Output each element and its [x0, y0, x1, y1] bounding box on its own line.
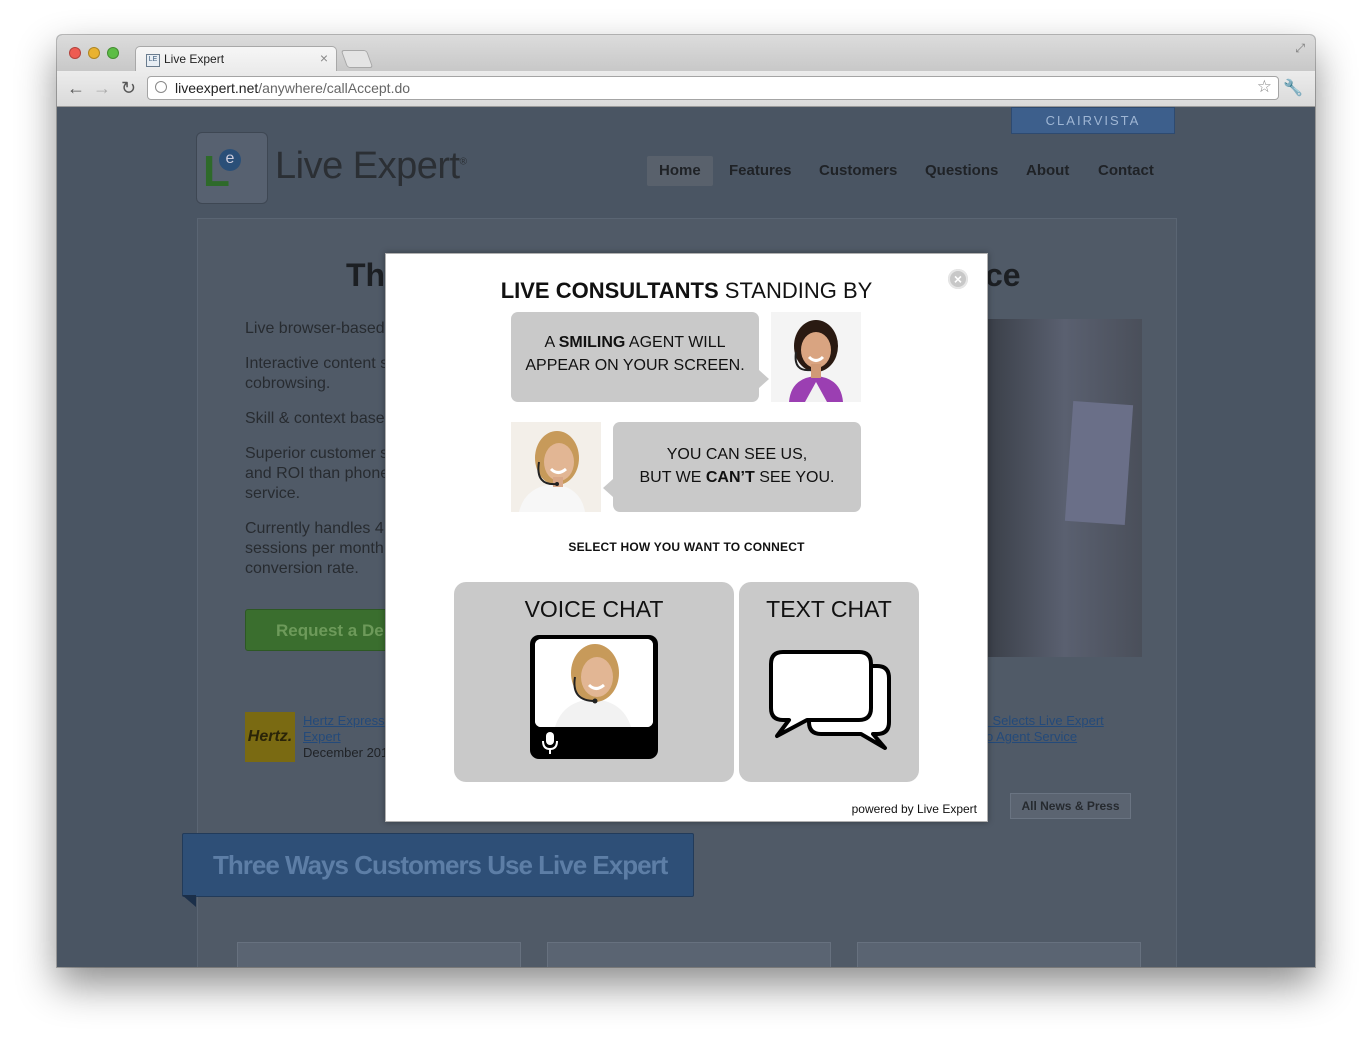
- modal-close-icon[interactable]: ×: [948, 269, 968, 289]
- bubble-2-line-2: BUT WE CAN’T SEE YOU.: [613, 466, 861, 489]
- brand-name[interactable]: Live Expert®: [275, 145, 467, 188]
- modal-title-bold: LIVE CONSULTANTS: [500, 278, 719, 303]
- hero-heading-end: ce: [985, 257, 1021, 293]
- bullet-4-line-2: and ROI than phone: [245, 465, 390, 482]
- voice-agent-photo: [535, 639, 653, 727]
- registered-mark: ®: [459, 156, 467, 168]
- brand-text: Live Expert: [275, 145, 460, 187]
- request-demo-button[interactable]: Request a De: [245, 609, 395, 651]
- nav-features[interactable]: Features: [717, 156, 804, 186]
- news-link-right-line-1[interactable]: i Selects Live Expert: [986, 713, 1104, 728]
- bubble-2-line-1: YOU CAN SEE US,: [666, 446, 808, 463]
- speech-bubble-smiling-agent: A SMILING AGENT WILL APPEAR ON YOUR SCRE…: [511, 312, 759, 402]
- call-accept-modal: LIVE CONSULTANTS STANDING BY × A SMILING…: [385, 253, 988, 822]
- text-chat-button[interactable]: TEXT CHAT: [739, 582, 919, 782]
- back-icon[interactable]: ←: [67, 78, 85, 98]
- live-expert-logo[interactable]: L e: [196, 132, 268, 204]
- three-ways-banner: Three Ways Customers Use Live Expert: [182, 833, 694, 897]
- voice-chat-video-frame: [530, 635, 658, 759]
- bubble-1-bold: SMILING: [558, 334, 626, 351]
- bullet-5-line-1: Currently handles 4: [245, 520, 384, 537]
- bubble-2-post: SEE YOU.: [754, 469, 835, 486]
- close-window-button[interactable]: [69, 47, 81, 59]
- bullet-2-line-2: cobrowsing.: [245, 375, 331, 392]
- nav-customers[interactable]: Customers: [807, 156, 909, 186]
- bullet-2-line-1: Interactive content s: [245, 355, 389, 372]
- modal-title: LIVE CONSULTANTS STANDING BY: [386, 278, 987, 304]
- url-text: liveexpert.net/anywhere/callAccept.do: [175, 80, 410, 96]
- bullet-1: Live browser-based: [245, 319, 395, 339]
- bookmark-star-icon[interactable]: ☆: [1257, 77, 1272, 97]
- bullet-5: Currently handles 4 sessions per month con…: [245, 519, 395, 579]
- hero-heading: Th: [346, 257, 386, 293]
- hertz-logo: Hertz.: [245, 712, 295, 762]
- tab-title: Live Expert: [164, 52, 225, 66]
- url-path: /anywhere/callAccept.do: [258, 80, 411, 96]
- logo-letter-e: e: [219, 149, 241, 171]
- nav-home[interactable]: Home: [647, 156, 713, 186]
- globe-icon: [155, 81, 167, 93]
- url-host: liveexpert.net: [175, 80, 259, 96]
- three-ways-title: Three Ways Customers Use Live Expert: [213, 850, 668, 880]
- wrench-icon[interactable]: 🔧: [1283, 78, 1303, 98]
- bullet-4-line-1: Superior customer s: [245, 445, 389, 462]
- tab-close-icon[interactable]: ×: [320, 50, 328, 66]
- nav-questions[interactable]: Questions: [913, 156, 1010, 186]
- use-case-thumb-3[interactable]: [857, 942, 1141, 967]
- news-link-hertz-line-2[interactable]: Expert: [303, 729, 341, 744]
- bullet-1-line-1: Live browser-based: [245, 320, 385, 337]
- bullet-4-line-3: service.: [245, 485, 301, 502]
- bullet-3: Skill & context base: [245, 409, 395, 429]
- zoom-window-button[interactable]: [107, 47, 119, 59]
- favicon-icon: LE: [146, 54, 160, 67]
- bullet-3-line-1: Skill & context base: [245, 410, 385, 427]
- voice-chat-button[interactable]: VOICE CHAT: [454, 582, 734, 782]
- bubble-1-line-1: A SMILING AGENT WILL: [511, 331, 759, 354]
- browser-tab[interactable]: LE Live Expert ×: [135, 46, 337, 72]
- news-link-right-line-2[interactable]: o Agent Service: [986, 729, 1077, 744]
- agent-photo-brunette: [771, 312, 861, 402]
- browser-toolbar: ← → ↻ liveexpert.net/anywhere/callAccept…: [57, 71, 1315, 107]
- bubble-2-bold: CAN’T: [705, 469, 755, 486]
- powered-by: powered by Live Expert: [851, 802, 977, 816]
- forward-icon[interactable]: →: [93, 78, 111, 98]
- new-tab-button[interactable]: [340, 50, 374, 68]
- hero-photo-poster: [1064, 401, 1134, 525]
- tab-strip: LE Live Expert × ⤢: [57, 35, 1315, 72]
- three-ways-banner-tail: [182, 895, 196, 907]
- reload-icon[interactable]: ↻: [121, 78, 136, 98]
- clairvista-badge[interactable]: CLAIRVISTA: [1011, 107, 1175, 134]
- use-case-thumb-2[interactable]: [547, 942, 831, 967]
- nav-about[interactable]: About: [1014, 156, 1081, 186]
- text-chat-label: TEXT CHAT: [766, 596, 892, 622]
- bubble-1-pre: A: [544, 334, 559, 351]
- voice-chat-label: VOICE CHAT: [524, 596, 664, 622]
- bubble-1-line-2: APPEAR ON YOUR SCREEN.: [525, 357, 745, 374]
- speech-bubble-see-us: YOU CAN SEE US, BUT WE CAN’T SEE YOU.: [613, 422, 861, 512]
- news-date: December 201: [303, 745, 389, 760]
- news-link-hertz-line-1[interactable]: Hertz Express: [303, 713, 385, 728]
- chat-bubbles-icon: [769, 650, 891, 750]
- fullscreen-icon[interactable]: ⤢: [1295, 41, 1305, 56]
- nav-contact[interactable]: Contact: [1086, 156, 1166, 186]
- minimize-window-button[interactable]: [88, 47, 100, 59]
- select-connect-label: SELECT HOW YOU WANT TO CONNECT: [568, 540, 805, 554]
- bullet-4: Superior customer s and ROI than phone ser…: [245, 444, 395, 504]
- speech-bubble-tail-1: [759, 370, 769, 388]
- bubble-2-pre: BUT WE: [639, 469, 706, 486]
- bullet-5-line-2: sessions per month: [245, 540, 384, 557]
- use-case-thumb-1[interactable]: [237, 942, 521, 967]
- modal-title-rest: STANDING BY: [718, 278, 873, 303]
- all-news-press-button[interactable]: All News & Press: [1010, 793, 1131, 819]
- address-bar[interactable]: liveexpert.net/anywhere/callAccept.do ☆: [147, 76, 1279, 100]
- bullet-2: Interactive content s cobrowsing.: [245, 354, 395, 394]
- microphone-icon: [542, 732, 558, 754]
- bullet-5-line-3: conversion rate.: [245, 560, 359, 577]
- speech-bubble-tail-2: [603, 479, 613, 497]
- agent-photo-blonde: [511, 422, 601, 512]
- bubble-1-post: AGENT WILL: [625, 334, 726, 351]
